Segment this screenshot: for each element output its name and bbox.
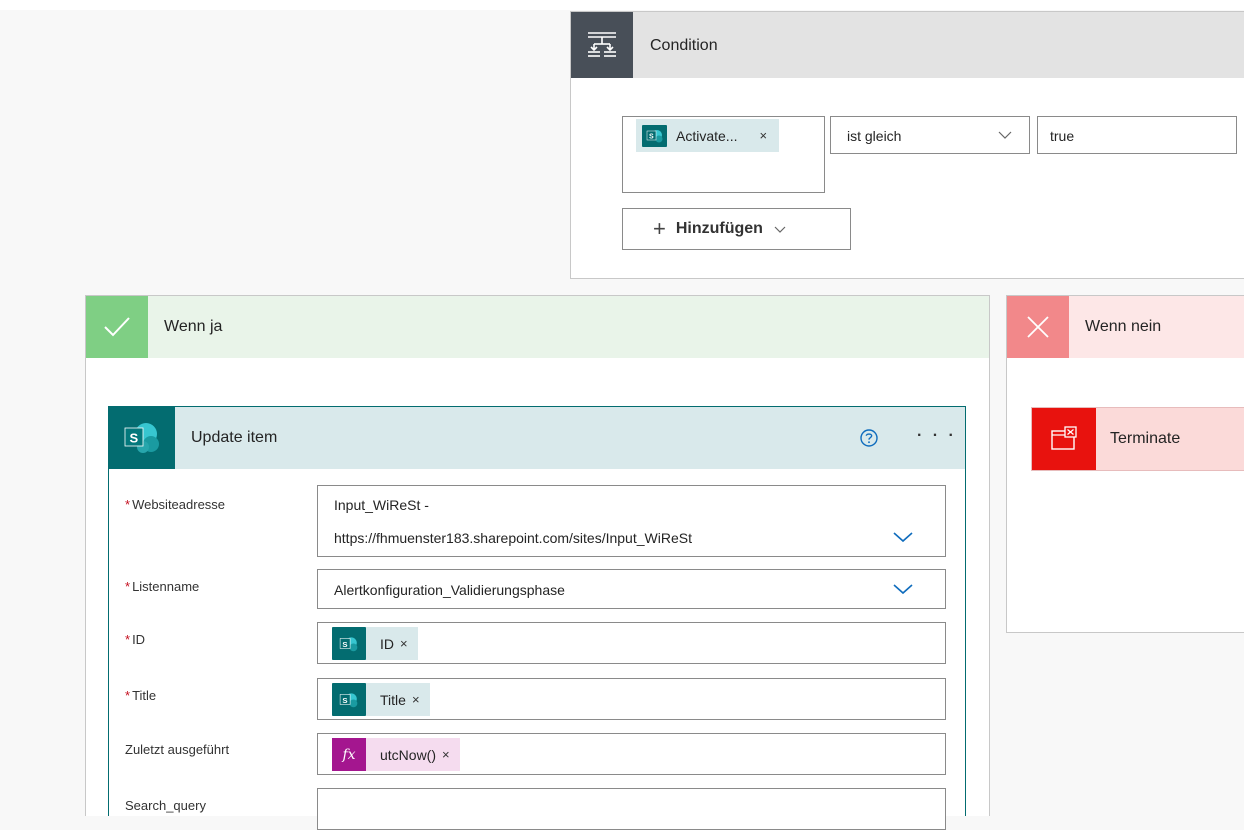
id-token[interactable]: S ID × bbox=[332, 627, 418, 660]
terminate-title: Terminate bbox=[1110, 430, 1181, 447]
required-mark: * bbox=[125, 632, 131, 647]
sharepoint-logo-icon: S bbox=[339, 692, 358, 707]
search-query-label: Search_query bbox=[125, 798, 206, 813]
expression-token[interactable]: fx utcNow() × bbox=[332, 738, 460, 771]
checkmark-icon bbox=[104, 317, 130, 337]
branch-no-header[interactable]: Wenn nein bbox=[1007, 296, 1244, 358]
fx-icon: fx bbox=[332, 738, 366, 771]
list-name-value: Alertkonfiguration_Validierungsphase bbox=[334, 582, 565, 598]
operator-value: ist gleich bbox=[847, 128, 902, 144]
token-remove-icon[interactable]: × bbox=[759, 128, 767, 143]
condition-title: Condition bbox=[650, 37, 718, 54]
svg-text:S: S bbox=[130, 431, 139, 446]
top-strip bbox=[0, 0, 1244, 10]
title-label-text: Title bbox=[132, 688, 157, 703]
chevron-down-icon bbox=[998, 131, 1012, 139]
help-icon[interactable] bbox=[859, 428, 879, 448]
title-input[interactable]: S Title × bbox=[317, 678, 946, 720]
id-label-text: ID bbox=[132, 632, 146, 647]
last-run-input[interactable]: fx utcNow() × bbox=[317, 733, 946, 775]
dynamic-content-token[interactable]: S Activate... × bbox=[636, 119, 780, 152]
list-name-dropdown[interactable]: Alertkonfiguration_Validierungsphase bbox=[317, 569, 946, 609]
sharepoint-icon: S bbox=[332, 683, 366, 716]
title-token[interactable]: S Title × bbox=[332, 683, 430, 716]
list-name-label: * Listenname bbox=[125, 579, 199, 594]
title-token-label: Title bbox=[380, 691, 406, 708]
sharepoint-icon: S bbox=[109, 407, 175, 469]
more-options-icon[interactable]: · · · bbox=[917, 427, 957, 445]
last-run-label: Zuletzt ausgeführt bbox=[125, 742, 230, 757]
condition-value-input[interactable]: true bbox=[1037, 116, 1237, 154]
token-remove-icon[interactable]: × bbox=[412, 692, 420, 707]
condition-header[interactable]: Condition bbox=[571, 12, 1244, 78]
site-address-label: * Websiteadresse bbox=[125, 497, 225, 512]
condition-value: true bbox=[1050, 128, 1075, 144]
site-address-line1: Input_WiReSt - bbox=[334, 497, 429, 513]
sharepoint-logo-icon: S bbox=[339, 636, 358, 651]
id-input[interactable]: S ID × bbox=[317, 622, 946, 664]
search-query-input[interactable] bbox=[317, 788, 946, 830]
branch-yes-header[interactable]: Wenn ja bbox=[86, 296, 989, 358]
yes-icon bbox=[86, 296, 148, 358]
condition-card: Condition S Activate... × ist gleich tru… bbox=[570, 11, 1244, 279]
id-token-label: ID bbox=[380, 635, 394, 652]
site-address-line2: https://fhmuenster183.sharepoint.com/sit… bbox=[334, 530, 692, 546]
svg-text:S: S bbox=[342, 695, 347, 704]
site-address-dropdown[interactable]: Input_WiReSt - https://fhmuenster183.sha… bbox=[317, 485, 946, 557]
update-item-header[interactable]: S Update item · · · bbox=[109, 407, 965, 469]
terminate-window-icon bbox=[1051, 426, 1077, 450]
token-label: Activate... bbox=[676, 127, 738, 144]
sharepoint-logo-icon: S bbox=[646, 129, 662, 142]
chevron-down-icon bbox=[774, 226, 786, 233]
update-item-title: Update item bbox=[191, 429, 278, 446]
list-name-label-text: Listenname bbox=[132, 579, 200, 594]
id-label: * ID bbox=[125, 632, 145, 647]
title-label: * Title bbox=[125, 688, 156, 703]
branch-yes-title: Wenn ja bbox=[164, 318, 223, 335]
operator-select[interactable]: ist gleich bbox=[830, 116, 1030, 154]
close-icon bbox=[1027, 316, 1049, 338]
condition-branch-icon bbox=[588, 32, 616, 57]
branch-no-title: Wenn nein bbox=[1085, 318, 1162, 335]
branch-no-card: Wenn nein Terminate bbox=[1006, 295, 1244, 633]
condition-icon bbox=[571, 12, 633, 78]
expression-token-label: utcNow() bbox=[380, 746, 437, 763]
add-button[interactable]: + Hinzufügen bbox=[622, 208, 851, 250]
no-icon bbox=[1007, 296, 1069, 358]
required-mark: * bbox=[125, 579, 131, 594]
site-address-label-text: Websiteadresse bbox=[132, 497, 226, 512]
sharepoint-logo-icon: S bbox=[124, 423, 159, 453]
svg-text:S: S bbox=[342, 639, 347, 648]
svg-text:S: S bbox=[649, 133, 654, 140]
sharepoint-icon: S bbox=[642, 124, 667, 147]
token-remove-icon[interactable]: × bbox=[442, 747, 450, 762]
update-item-card: S Update item · · · * Websiteadresse Inpu… bbox=[108, 406, 966, 830]
terminate-action[interactable]: Terminate bbox=[1031, 407, 1244, 471]
plus-icon: + bbox=[653, 216, 666, 241]
sharepoint-icon: S bbox=[332, 627, 366, 660]
add-button-label: Hinzufügen bbox=[675, 220, 763, 237]
chevron-down-icon bbox=[893, 532, 913, 543]
condition-left-operand[interactable]: S Activate... × bbox=[622, 116, 825, 193]
token-remove-icon[interactable]: × bbox=[400, 636, 408, 651]
required-mark: * bbox=[125, 688, 131, 703]
chevron-down-icon bbox=[893, 584, 913, 595]
required-mark: * bbox=[125, 497, 131, 512]
terminate-icon bbox=[1032, 408, 1096, 470]
